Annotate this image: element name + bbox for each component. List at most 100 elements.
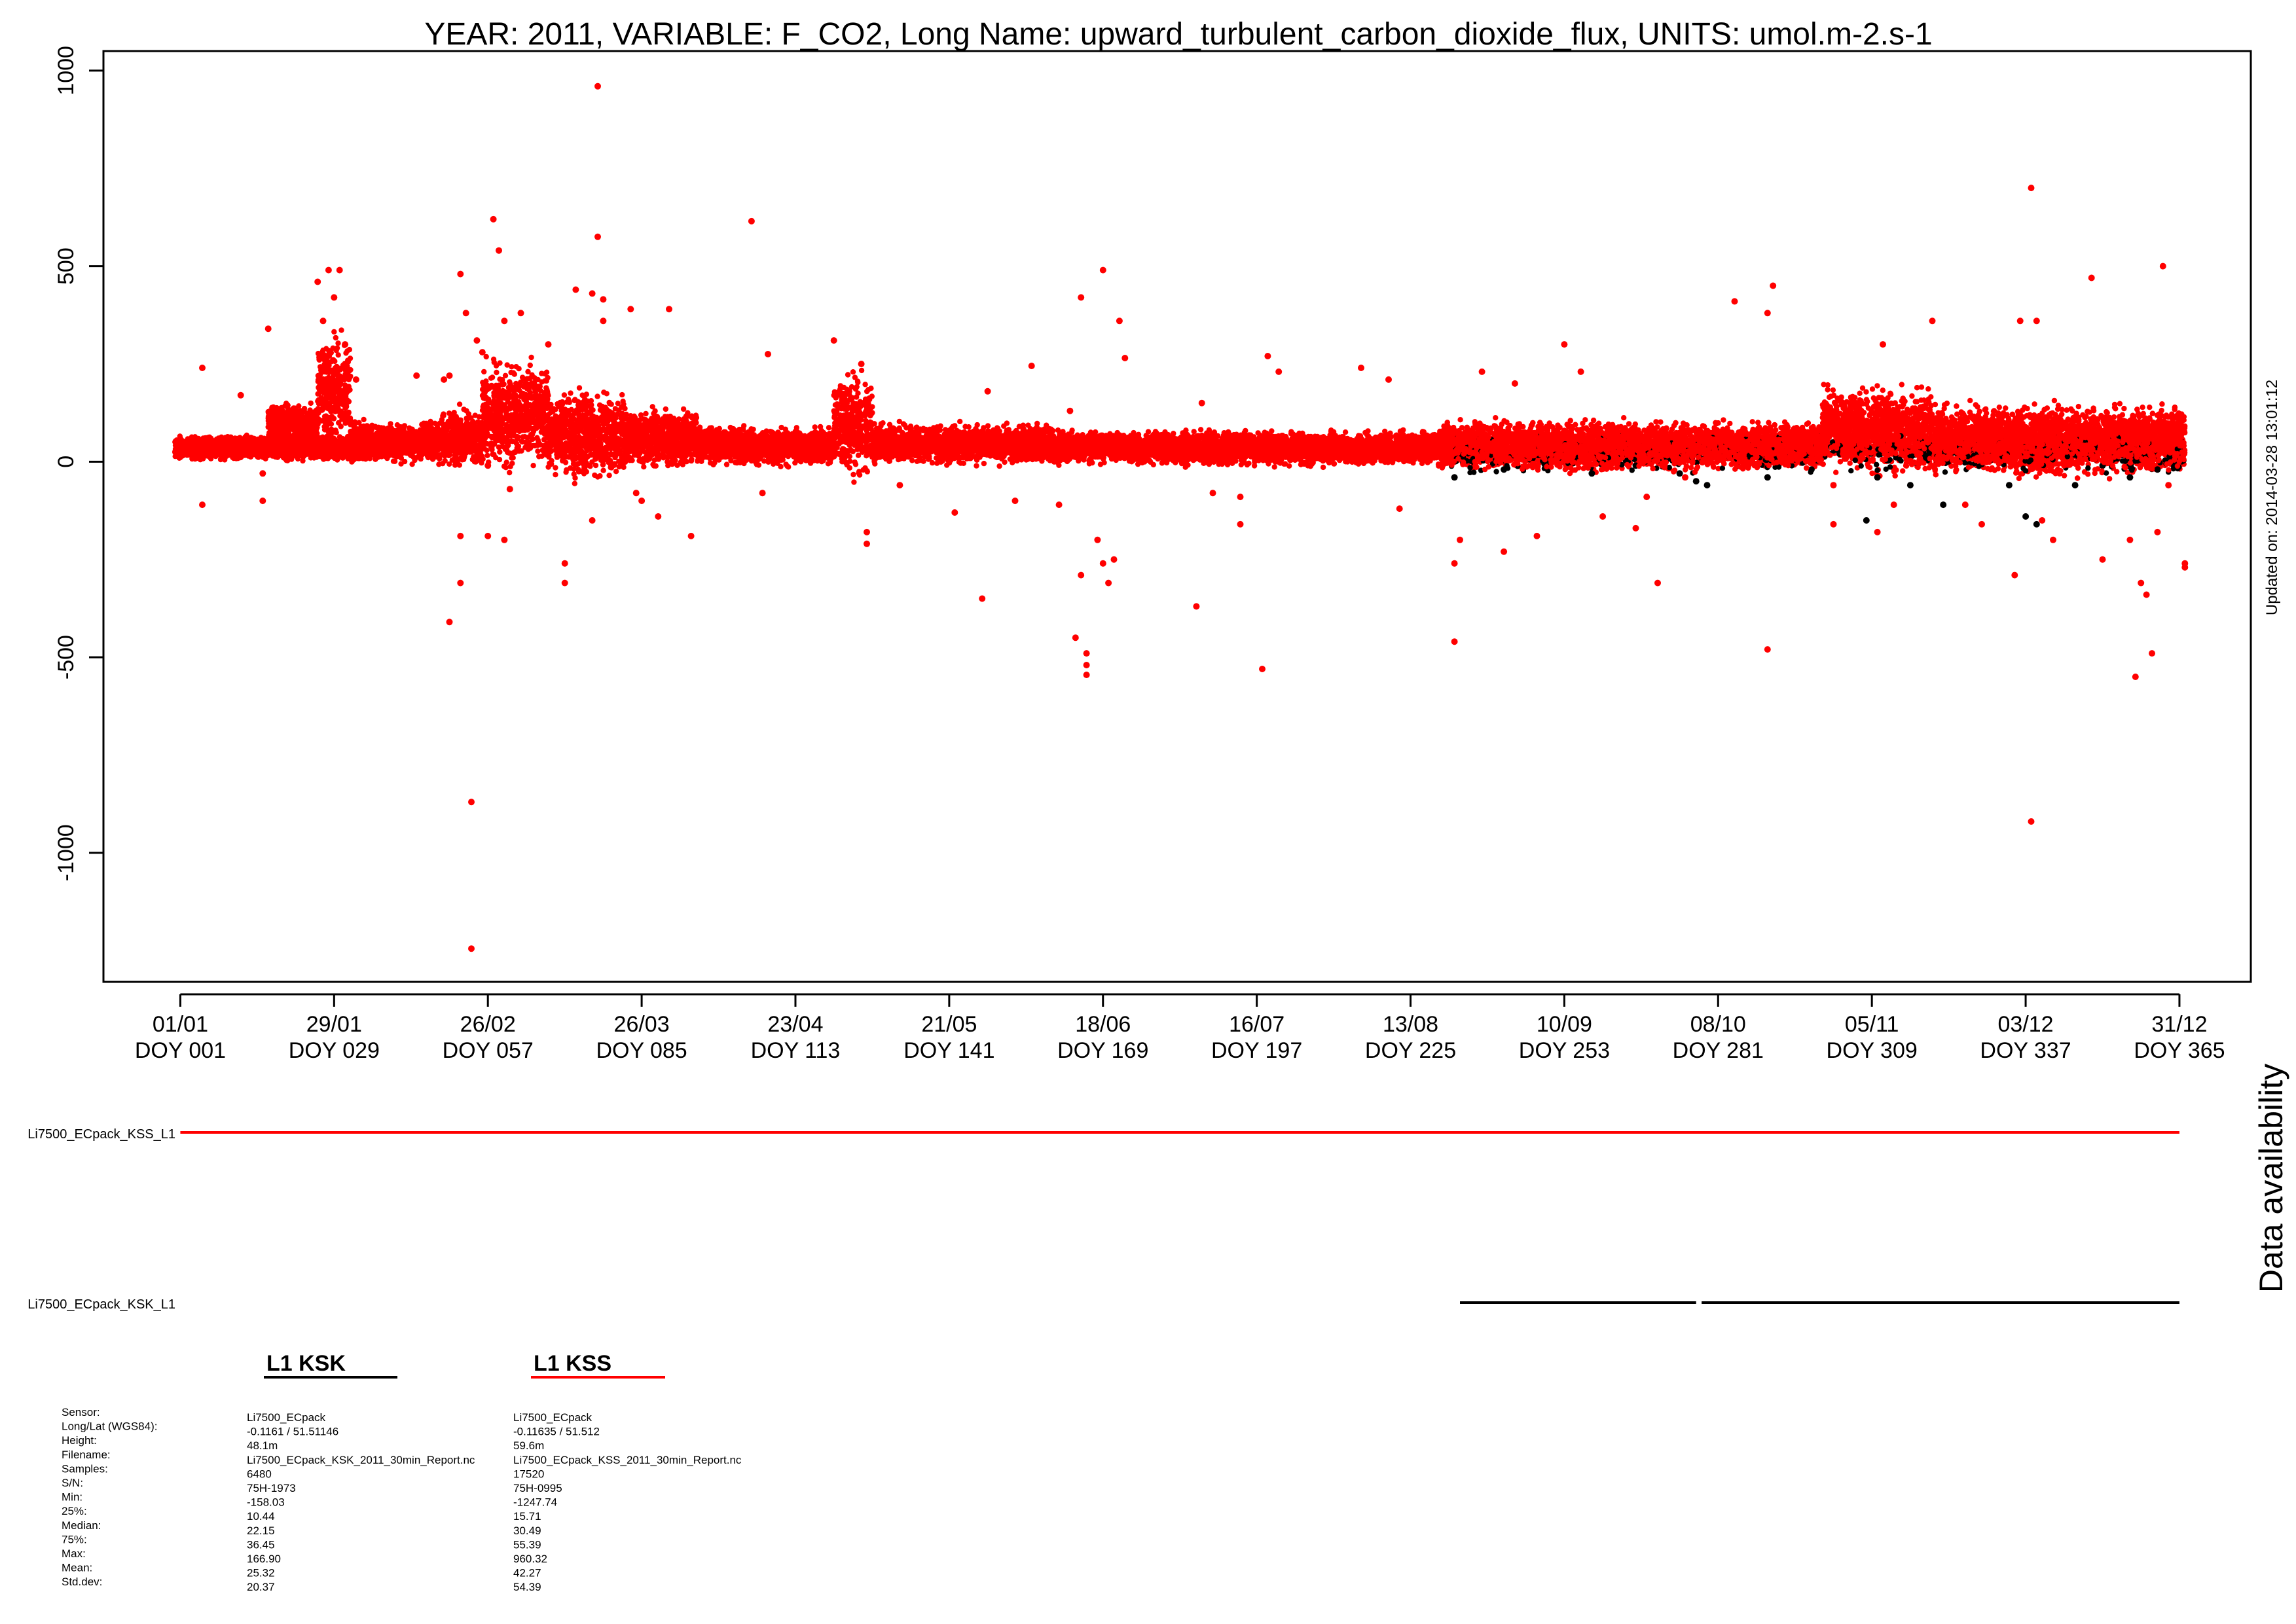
kss-point	[336, 384, 342, 390]
kss-point	[330, 429, 336, 435]
kss-point	[319, 446, 325, 452]
x-tick-date: 26/03	[614, 1012, 670, 1037]
kss-point	[315, 421, 321, 427]
x-tick-date: 18/06	[1075, 1012, 1131, 1037]
kss-point	[451, 427, 457, 433]
kss-point	[362, 443, 368, 450]
kss-point	[438, 433, 445, 439]
kss-point	[458, 424, 464, 430]
kss-point	[519, 374, 526, 380]
kss-point	[519, 439, 525, 445]
kss-point	[509, 364, 515, 370]
kss-point	[443, 431, 449, 437]
kss-point	[395, 433, 402, 439]
kss-point	[522, 427, 528, 433]
y-axis: 10005000-500-1000	[54, 46, 105, 881]
kss-point	[388, 425, 395, 431]
kss-point	[285, 424, 292, 429]
scatter-points	[172, 82, 2189, 952]
kss-point	[494, 369, 500, 376]
kss-point	[304, 451, 311, 457]
kss-point	[364, 423, 370, 429]
kss-point	[323, 437, 329, 443]
kss-point	[437, 456, 443, 462]
kss-point	[344, 370, 350, 376]
kss-point	[527, 389, 534, 396]
kss-point	[456, 401, 463, 407]
kss-point	[361, 416, 367, 423]
kss-point	[306, 410, 312, 416]
kss-point	[518, 407, 524, 414]
kss-point	[340, 388, 346, 394]
kss-point	[504, 412, 511, 418]
kss-point	[455, 450, 462, 456]
kss-point	[461, 406, 467, 412]
x-tick-doy: DOY 001	[135, 1038, 226, 1063]
kss-point	[384, 451, 390, 458]
x-tick-date: 16/07	[1229, 1012, 1285, 1037]
kss-point	[491, 359, 497, 365]
kss-point	[445, 437, 451, 442]
kss-point	[387, 439, 393, 445]
kss-point	[281, 411, 287, 418]
kss-point	[530, 463, 536, 469]
kss-point	[507, 469, 513, 476]
kss-point	[475, 452, 481, 458]
kss-point	[456, 462, 462, 468]
kss-point	[535, 448, 541, 454]
kss-point	[308, 440, 314, 446]
kss-point	[508, 422, 515, 428]
kss-point	[179, 444, 186, 451]
x-tick-doy: DOY 029	[289, 1038, 380, 1063]
kss-point	[352, 435, 357, 441]
kss-point	[326, 378, 333, 384]
kss-point	[186, 446, 192, 452]
kss-point	[493, 455, 499, 461]
kss-point	[267, 412, 273, 419]
kss-point	[197, 457, 204, 463]
kss-point	[453, 414, 459, 420]
kss-point	[516, 366, 522, 372]
kss-point	[517, 402, 523, 408]
chart-title: YEAR: 2011, VARIABLE: F_CO2, Long Name: …	[424, 17, 1932, 52]
kss-point	[415, 443, 421, 449]
kss-point	[332, 449, 338, 455]
kss-point	[324, 449, 330, 455]
kss-point	[296, 403, 302, 409]
kss-point	[206, 452, 211, 458]
kss-point	[324, 422, 330, 429]
kss-point	[356, 420, 362, 425]
kss-point	[196, 441, 203, 447]
kss-point	[200, 436, 206, 442]
kss-point	[401, 429, 407, 435]
kss-point	[525, 383, 532, 389]
kss-point	[487, 418, 494, 424]
kss-point	[431, 449, 437, 455]
kss-point	[506, 439, 512, 445]
kss-point	[340, 395, 347, 401]
kss-point	[509, 460, 515, 467]
kss-point	[283, 401, 289, 406]
kss-point	[337, 441, 343, 447]
kss-point	[343, 350, 349, 356]
kss-point	[270, 408, 277, 414]
kss-point	[319, 383, 325, 389]
kss-point	[375, 429, 382, 436]
kss-point	[484, 383, 490, 389]
kss-point	[319, 353, 325, 359]
kss-point	[323, 402, 329, 408]
kss-point	[331, 329, 337, 335]
kss-point	[346, 410, 352, 416]
kss-point	[333, 365, 338, 371]
kss-point	[536, 393, 542, 399]
kss-point	[542, 378, 548, 384]
kss-point	[511, 449, 518, 455]
kss-point	[325, 364, 331, 370]
kss-point	[543, 369, 550, 375]
kss-point	[227, 437, 233, 444]
kss-point	[365, 437, 371, 442]
kss-point	[452, 432, 458, 438]
kss-point	[299, 411, 305, 418]
kss-point	[315, 372, 321, 379]
kss-point	[515, 443, 522, 449]
